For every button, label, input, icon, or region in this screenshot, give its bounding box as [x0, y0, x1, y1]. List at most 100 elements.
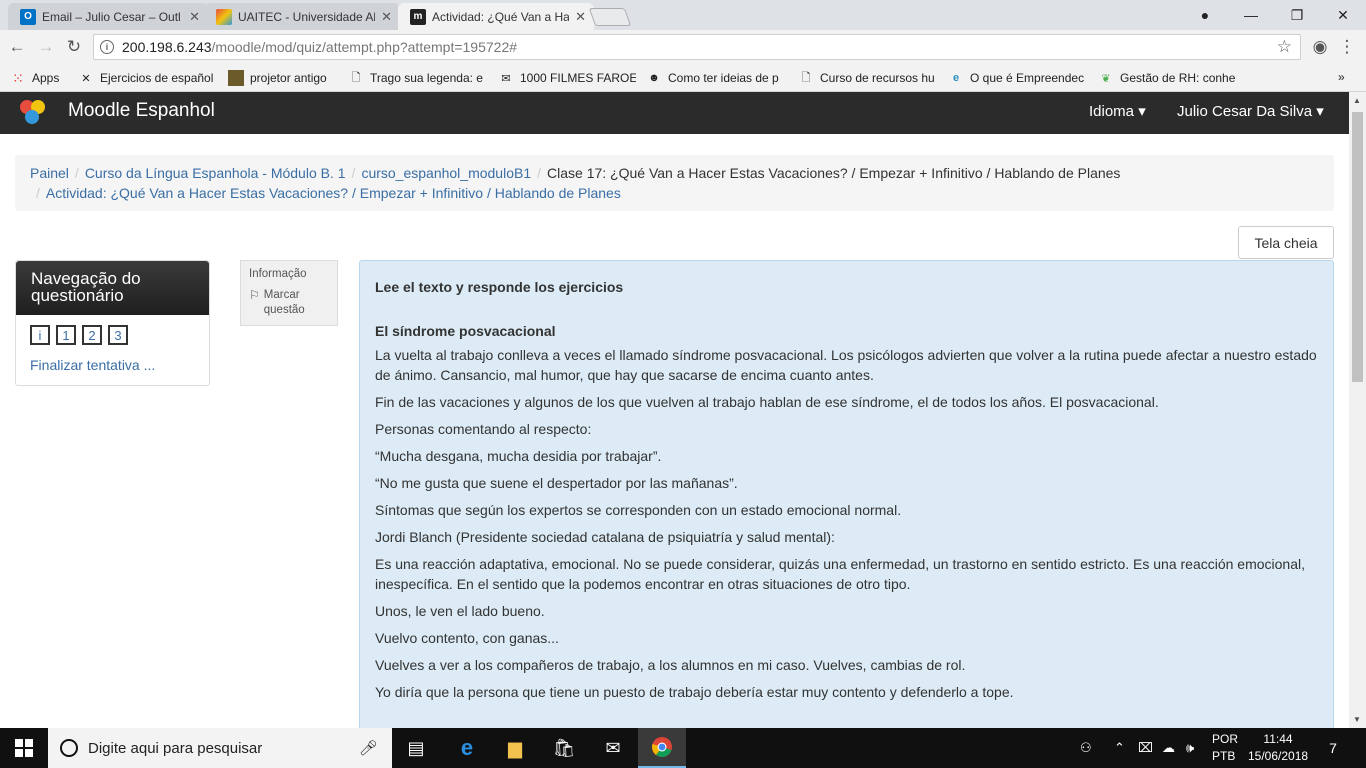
tab-title: Email – Julio Cesar – Outl: [42, 9, 181, 24]
paragraph: Es una reacción adaptativa, emocional. N…: [375, 556, 1306, 592]
extension-icon[interactable]: ◉: [1309, 36, 1331, 58]
menu-dots-icon[interactable]: ⋮: [1336, 36, 1358, 58]
scrollbar-thumb[interactable]: [1352, 112, 1363, 382]
maximize-button[interactable]: ❐: [1274, 0, 1320, 30]
bookmark-label: Ejercicios de español: [100, 71, 214, 85]
breadcrumb-link[interactable]: Painel: [30, 165, 69, 181]
site-brand[interactable]: Moodle Espanhol: [68, 100, 215, 122]
info-icon[interactable]: i: [100, 40, 114, 54]
tab-moodle-activity[interactable]: m Actividad: ¿Qué Van a Ha ✕: [398, 3, 594, 30]
breadcrumb-current: Clase 17: ¿Qué Van a Hacer Estas Vacacio…: [547, 165, 1121, 181]
question-button-2[interactable]: 2: [82, 325, 102, 345]
clock[interactable]: 11:44 15/06/2018: [1248, 731, 1308, 765]
mail-icon[interactable]: ✉: [589, 728, 637, 768]
bookmark-label: O que é Empreendec: [970, 71, 1085, 85]
bookmark-label: Como ter ideias de p: [668, 71, 779, 85]
microphone-icon[interactable]: 🎤︎: [359, 739, 378, 757]
bookmarks-overflow-icon[interactable]: »: [1338, 70, 1345, 84]
forward-button[interactable]: →: [35, 36, 57, 58]
onedrive-icon[interactable]: ☁: [1162, 728, 1175, 768]
bookmark-apps[interactable]: ⁙ Apps: [10, 70, 59, 86]
scroll-down-icon[interactable]: ▼: [1353, 715, 1361, 724]
leaf-icon: ❦: [1101, 72, 1111, 85]
user-menu[interactable]: Julio Cesar Da Silva ▾: [1177, 102, 1324, 120]
clock-date: 15/06/2018: [1248, 749, 1309, 763]
address-bar[interactable]: i 200.198.6.243/moodle/mod/quiz/attempt.…: [93, 34, 1301, 60]
page-scrollbar[interactable]: ▲ ▼: [1349, 92, 1366, 728]
breadcrumb-activity-link[interactable]: Actividad: ¿Qué Van a Hacer Estas Vacaci…: [46, 185, 621, 201]
flag-question-toggle[interactable]: ⚐ Marcar questão: [249, 288, 329, 318]
show-hidden-icons[interactable]: ⌃: [1114, 728, 1125, 768]
text-title: El síndrome posvacacional: [375, 323, 556, 339]
bookmark-label: projetor antigo: [250, 71, 327, 85]
file-explorer-icon[interactable]: ▆: [491, 728, 539, 768]
scroll-up-icon[interactable]: ▲: [1353, 96, 1361, 105]
edge-icon[interactable]: e: [443, 728, 491, 768]
bookmark-1000-filmes[interactable]: ✉ 1000 FILMES FAROES: [498, 70, 636, 86]
paragraph: Personas comentando al respecto:: [375, 421, 592, 437]
close-icon[interactable]: ✕: [189, 9, 200, 25]
breadcrumb-separator: /: [537, 165, 542, 181]
finish-attempt-link[interactable]: Finalizar tentativa ...: [30, 357, 155, 373]
windows-taskbar: Digite aqui para pesquisar 🎤︎ ▤ e ▆ 🛍︎ ✉…: [0, 728, 1366, 768]
close-window-button[interactable]: ✕: [1320, 0, 1366, 30]
site-navbar: Moodle Espanhol Idioma ▾ Julio Cesar Da …: [0, 92, 1349, 134]
bookmark-ejercicios[interactable]: ✕ Ejercicios de español: [78, 70, 220, 86]
bookmark-label: Apps: [32, 71, 60, 85]
clock-time: 11:44: [1263, 732, 1293, 746]
breadcrumb-separator: /: [351, 165, 356, 181]
bookmark-empreende[interactable]: e O que é Empreendec: [948, 70, 1088, 86]
browser-toolbar: ← → ↻ i 200.198.6.243/moodle/mod/quiz/at…: [0, 30, 1366, 64]
e-icon: e: [952, 72, 960, 84]
action-center-icon[interactable]: 7: [1322, 737, 1344, 759]
bookmark-star-icon[interactable]: ☆: [1277, 37, 1292, 57]
chrome-logo-icon: [652, 737, 672, 757]
bookmark-trago[interactable]: 🗋 Trago sua legenda: e: [348, 70, 486, 86]
breadcrumb-separator: /: [36, 185, 40, 201]
minimize-button[interactable]: —: [1228, 0, 1274, 30]
back-button[interactable]: ←: [6, 36, 28, 58]
uaitec-icon: [216, 8, 232, 25]
close-icon[interactable]: ✕: [381, 9, 392, 25]
network-icon[interactable]: ⌧: [1138, 728, 1153, 768]
caret-down-icon: ▾: [1312, 103, 1324, 120]
question-info-panel: Informação ⚐ Marcar questão: [240, 260, 338, 326]
breadcrumb-link[interactable]: curso_espanhol_moduloB1: [361, 165, 531, 181]
flag-icon: ⚐: [249, 288, 260, 302]
close-icon[interactable]: ✕: [575, 9, 586, 25]
quiz-navigation-block: Navegação do questionário i 1 2 3 Finali…: [15, 260, 210, 386]
moodle-logo-icon[interactable]: [16, 95, 50, 129]
question-button-info[interactable]: i: [30, 325, 50, 345]
reload-button[interactable]: ↻: [63, 36, 85, 58]
paragraph: Vuelvo contento, con ganas...: [375, 630, 559, 646]
bookmark-como-ter-ideias[interactable]: ☻ Como ter ideias de p: [646, 70, 788, 86]
question-button-1[interactable]: 1: [56, 325, 76, 345]
language-menu[interactable]: Idioma ▾: [1089, 102, 1146, 120]
start-button[interactable]: [0, 728, 48, 768]
people-icon[interactable]: ⚇: [1080, 728, 1092, 768]
paragraph: Fin de las vacaciones y algunos de los q…: [375, 394, 1159, 410]
bookmark-gestao-rh[interactable]: ❦ Gestão de RH: conhe: [1098, 70, 1238, 86]
apps-grid-icon: ⁙: [12, 70, 24, 86]
volume-icon[interactable]: 🕪︎: [1186, 728, 1194, 768]
tab-outlook[interactable]: O Email – Julio Cesar – Outl ✕: [8, 3, 208, 30]
notification-count: 7: [1329, 740, 1337, 756]
profile-icon[interactable]: ●: [1182, 0, 1228, 30]
question-button-3[interactable]: 3: [108, 325, 128, 345]
url-path: /moodle/mod/quiz/attempt.php?attempt=195…: [211, 39, 518, 55]
bookmark-projetor[interactable]: projetor antigo: [228, 70, 340, 86]
outlook-icon: O: [20, 8, 36, 25]
bookmark-curso-recursos[interactable]: 🗋 Curso de recursos hu: [798, 70, 938, 86]
taskbar-search[interactable]: Digite aqui para pesquisar 🎤︎: [48, 728, 392, 768]
image-icon: [228, 70, 244, 86]
fullscreen-button[interactable]: Tela cheia: [1238, 226, 1334, 259]
store-icon[interactable]: 🛍︎: [540, 728, 588, 768]
task-view-icon[interactable]: ▤: [392, 728, 440, 768]
breadcrumb-link[interactable]: Curso da Língua Espanhola - Módulo B. 1: [85, 165, 346, 181]
tab-uaitec[interactable]: UAITEC - Universidade Al ✕: [204, 3, 400, 30]
page-icon: 🗋: [801, 71, 811, 84]
chrome-icon[interactable]: [638, 728, 686, 768]
new-tab-button[interactable]: [588, 8, 632, 26]
input-language-indicator[interactable]: POR PTB: [1212, 731, 1238, 765]
breadcrumb-separator: /: [74, 165, 79, 181]
